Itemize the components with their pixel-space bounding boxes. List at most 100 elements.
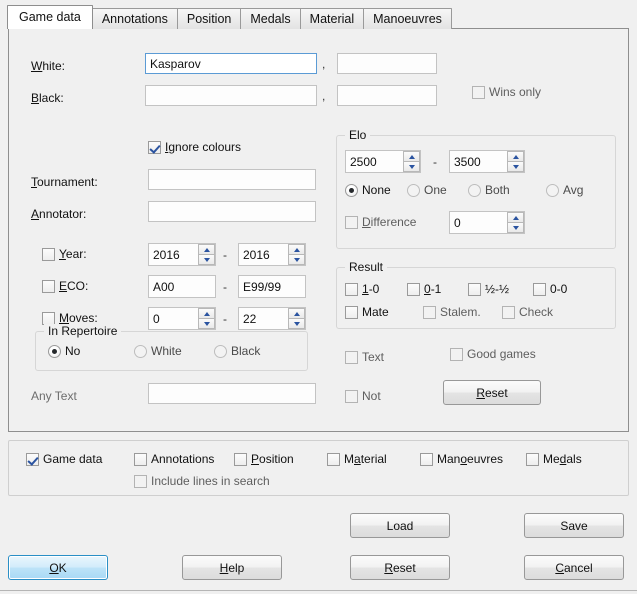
spinner-down-icon[interactable] [507, 222, 524, 233]
tab-manoeuvres[interactable]: Manoeuvres [363, 8, 452, 29]
year-to-spinner[interactable] [238, 243, 306, 266]
tab-game-data[interactable]: Game data [7, 5, 93, 29]
radio-circle [468, 184, 481, 197]
result-label: 1-0 [362, 282, 380, 296]
white-input[interactable] [145, 53, 317, 74]
tab-position[interactable]: Position [176, 8, 242, 29]
elo-difference-spin-buttons[interactable] [507, 212, 524, 233]
moves-to-spinner[interactable] [238, 307, 306, 330]
elo-option-both[interactable]: Both [468, 184, 510, 197]
repertoire-option-no[interactable]: No [48, 345, 80, 358]
checkbox-box [502, 306, 515, 319]
elo-option-label: None [362, 183, 391, 197]
wins-only-checkbox[interactable]: Wins only [472, 86, 541, 99]
tournament-input[interactable] [148, 169, 316, 190]
elo-option-one[interactable]: One [407, 184, 447, 197]
area-checkbox-material[interactable]: Material [327, 453, 387, 466]
checkbox-box [327, 453, 340, 466]
load-button[interactable]: Load [350, 513, 450, 538]
spinner-down-icon[interactable] [288, 318, 305, 329]
elo-option-avg[interactable]: Avg [546, 184, 583, 197]
tab-annotations[interactable]: Annotations [91, 8, 178, 29]
reset-button[interactable]: Reset [350, 555, 450, 580]
spinner-down-icon[interactable] [403, 161, 420, 172]
not-checkbox[interactable]: Not [345, 390, 381, 403]
good-games-checkbox[interactable]: Good games [450, 348, 536, 361]
spinner-up-icon[interactable] [198, 308, 215, 318]
moves-from-spinner[interactable] [148, 307, 216, 330]
result-label: Mate [362, 305, 389, 319]
annotator-input[interactable] [148, 201, 316, 222]
tab-label: Medals [250, 12, 291, 26]
area-checkbox-annotations[interactable]: Annotations [134, 453, 214, 466]
checkbox-box [345, 283, 358, 296]
area-label: Annotations [151, 452, 215, 466]
spinner-down-icon[interactable] [507, 161, 524, 172]
ignore-colours-checkbox[interactable]: Ignore colours [148, 141, 241, 154]
result-checkbox-black-win[interactable]: 0-1 [407, 283, 441, 296]
eco-checkbox[interactable]: ECO: [42, 280, 88, 293]
area-checkbox-medals[interactable]: Medals [526, 453, 582, 466]
elo-from-spinner[interactable] [345, 150, 421, 173]
radio-circle [48, 345, 61, 358]
black-input[interactable] [145, 85, 317, 106]
tab-medals[interactable]: Medals [240, 8, 301, 29]
result-checkbox-no-result[interactable]: 0-0 [533, 283, 567, 296]
elo-to-spin-buttons[interactable] [507, 151, 524, 172]
include-lines-checkbox[interactable]: Include lines in search [134, 475, 270, 488]
result-checkbox-check[interactable]: Check [502, 306, 553, 319]
radio-circle [134, 345, 147, 358]
spinner-down-icon[interactable] [198, 254, 215, 265]
result-checkbox-white-win[interactable]: 1-0 [345, 283, 379, 296]
help-button[interactable]: Help [182, 555, 282, 580]
white-firstname-input[interactable] [337, 53, 437, 74]
spinner-up-icon[interactable] [403, 151, 420, 161]
year-checkbox[interactable]: Year: [42, 248, 87, 261]
year-label: Year: [59, 247, 87, 261]
repertoire-option-black[interactable]: Black [214, 345, 260, 358]
any-text-input[interactable] [148, 383, 316, 404]
spinner-up-icon[interactable] [198, 244, 215, 254]
result-checkbox-draw[interactable]: ½-½ [468, 283, 509, 296]
elo-difference-checkbox[interactable]: Difference [345, 216, 416, 229]
ok-button[interactable]: OK [8, 555, 108, 580]
spinner-up-icon[interactable] [507, 212, 524, 222]
year-range-dash: - [223, 248, 227, 262]
tab-material[interactable]: Material [299, 8, 365, 29]
eco-range-dash: - [223, 280, 227, 294]
year-from-spinner[interactable] [148, 243, 216, 266]
year-to-spin-buttons[interactable] [288, 244, 305, 265]
year-from-spin-buttons[interactable] [198, 244, 215, 265]
spinner-up-icon[interactable] [507, 151, 524, 161]
checkbox-box [134, 453, 147, 466]
result-checkbox-mate[interactable]: Mate [345, 306, 389, 319]
spinner-up-icon[interactable] [288, 308, 305, 318]
elo-caption: Elo [345, 128, 371, 142]
elo-difference-spinner[interactable] [449, 211, 525, 234]
area-checkbox-manoeuvres[interactable]: Manoeuvres [420, 453, 503, 466]
elo-option-none[interactable]: None [345, 184, 391, 197]
eco-to-input[interactable] [238, 275, 306, 298]
any-text-label: Any Text [31, 389, 77, 403]
moves-to-spin-buttons[interactable] [288, 308, 305, 329]
area-checkbox-game-data[interactable]: Game data [26, 453, 102, 466]
cancel-label: Cancel [555, 560, 593, 575]
black-firstname-input[interactable] [337, 85, 437, 106]
spinner-up-icon[interactable] [288, 244, 305, 254]
text-checkbox[interactable]: Text [345, 351, 384, 364]
eco-from-input[interactable] [148, 275, 216, 298]
elo-to-spinner[interactable] [449, 150, 525, 173]
reset-filter-button[interactable]: Reset [443, 380, 541, 405]
elo-from-spin-buttons[interactable] [403, 151, 420, 172]
result-checkbox-stalemate[interactable]: Stalem. [423, 306, 481, 319]
area-checkbox-position[interactable]: Position [234, 453, 294, 466]
spinner-down-icon[interactable] [288, 254, 305, 265]
checkbox-box [42, 248, 55, 261]
spinner-down-icon[interactable] [198, 318, 215, 329]
white-comma: , [322, 57, 326, 71]
cancel-button[interactable]: Cancel [524, 555, 624, 580]
moves-from-spin-buttons[interactable] [198, 308, 215, 329]
repertoire-option-white[interactable]: White [134, 345, 182, 358]
save-button[interactable]: Save [524, 513, 624, 538]
result-label: Stalem. [440, 305, 481, 319]
